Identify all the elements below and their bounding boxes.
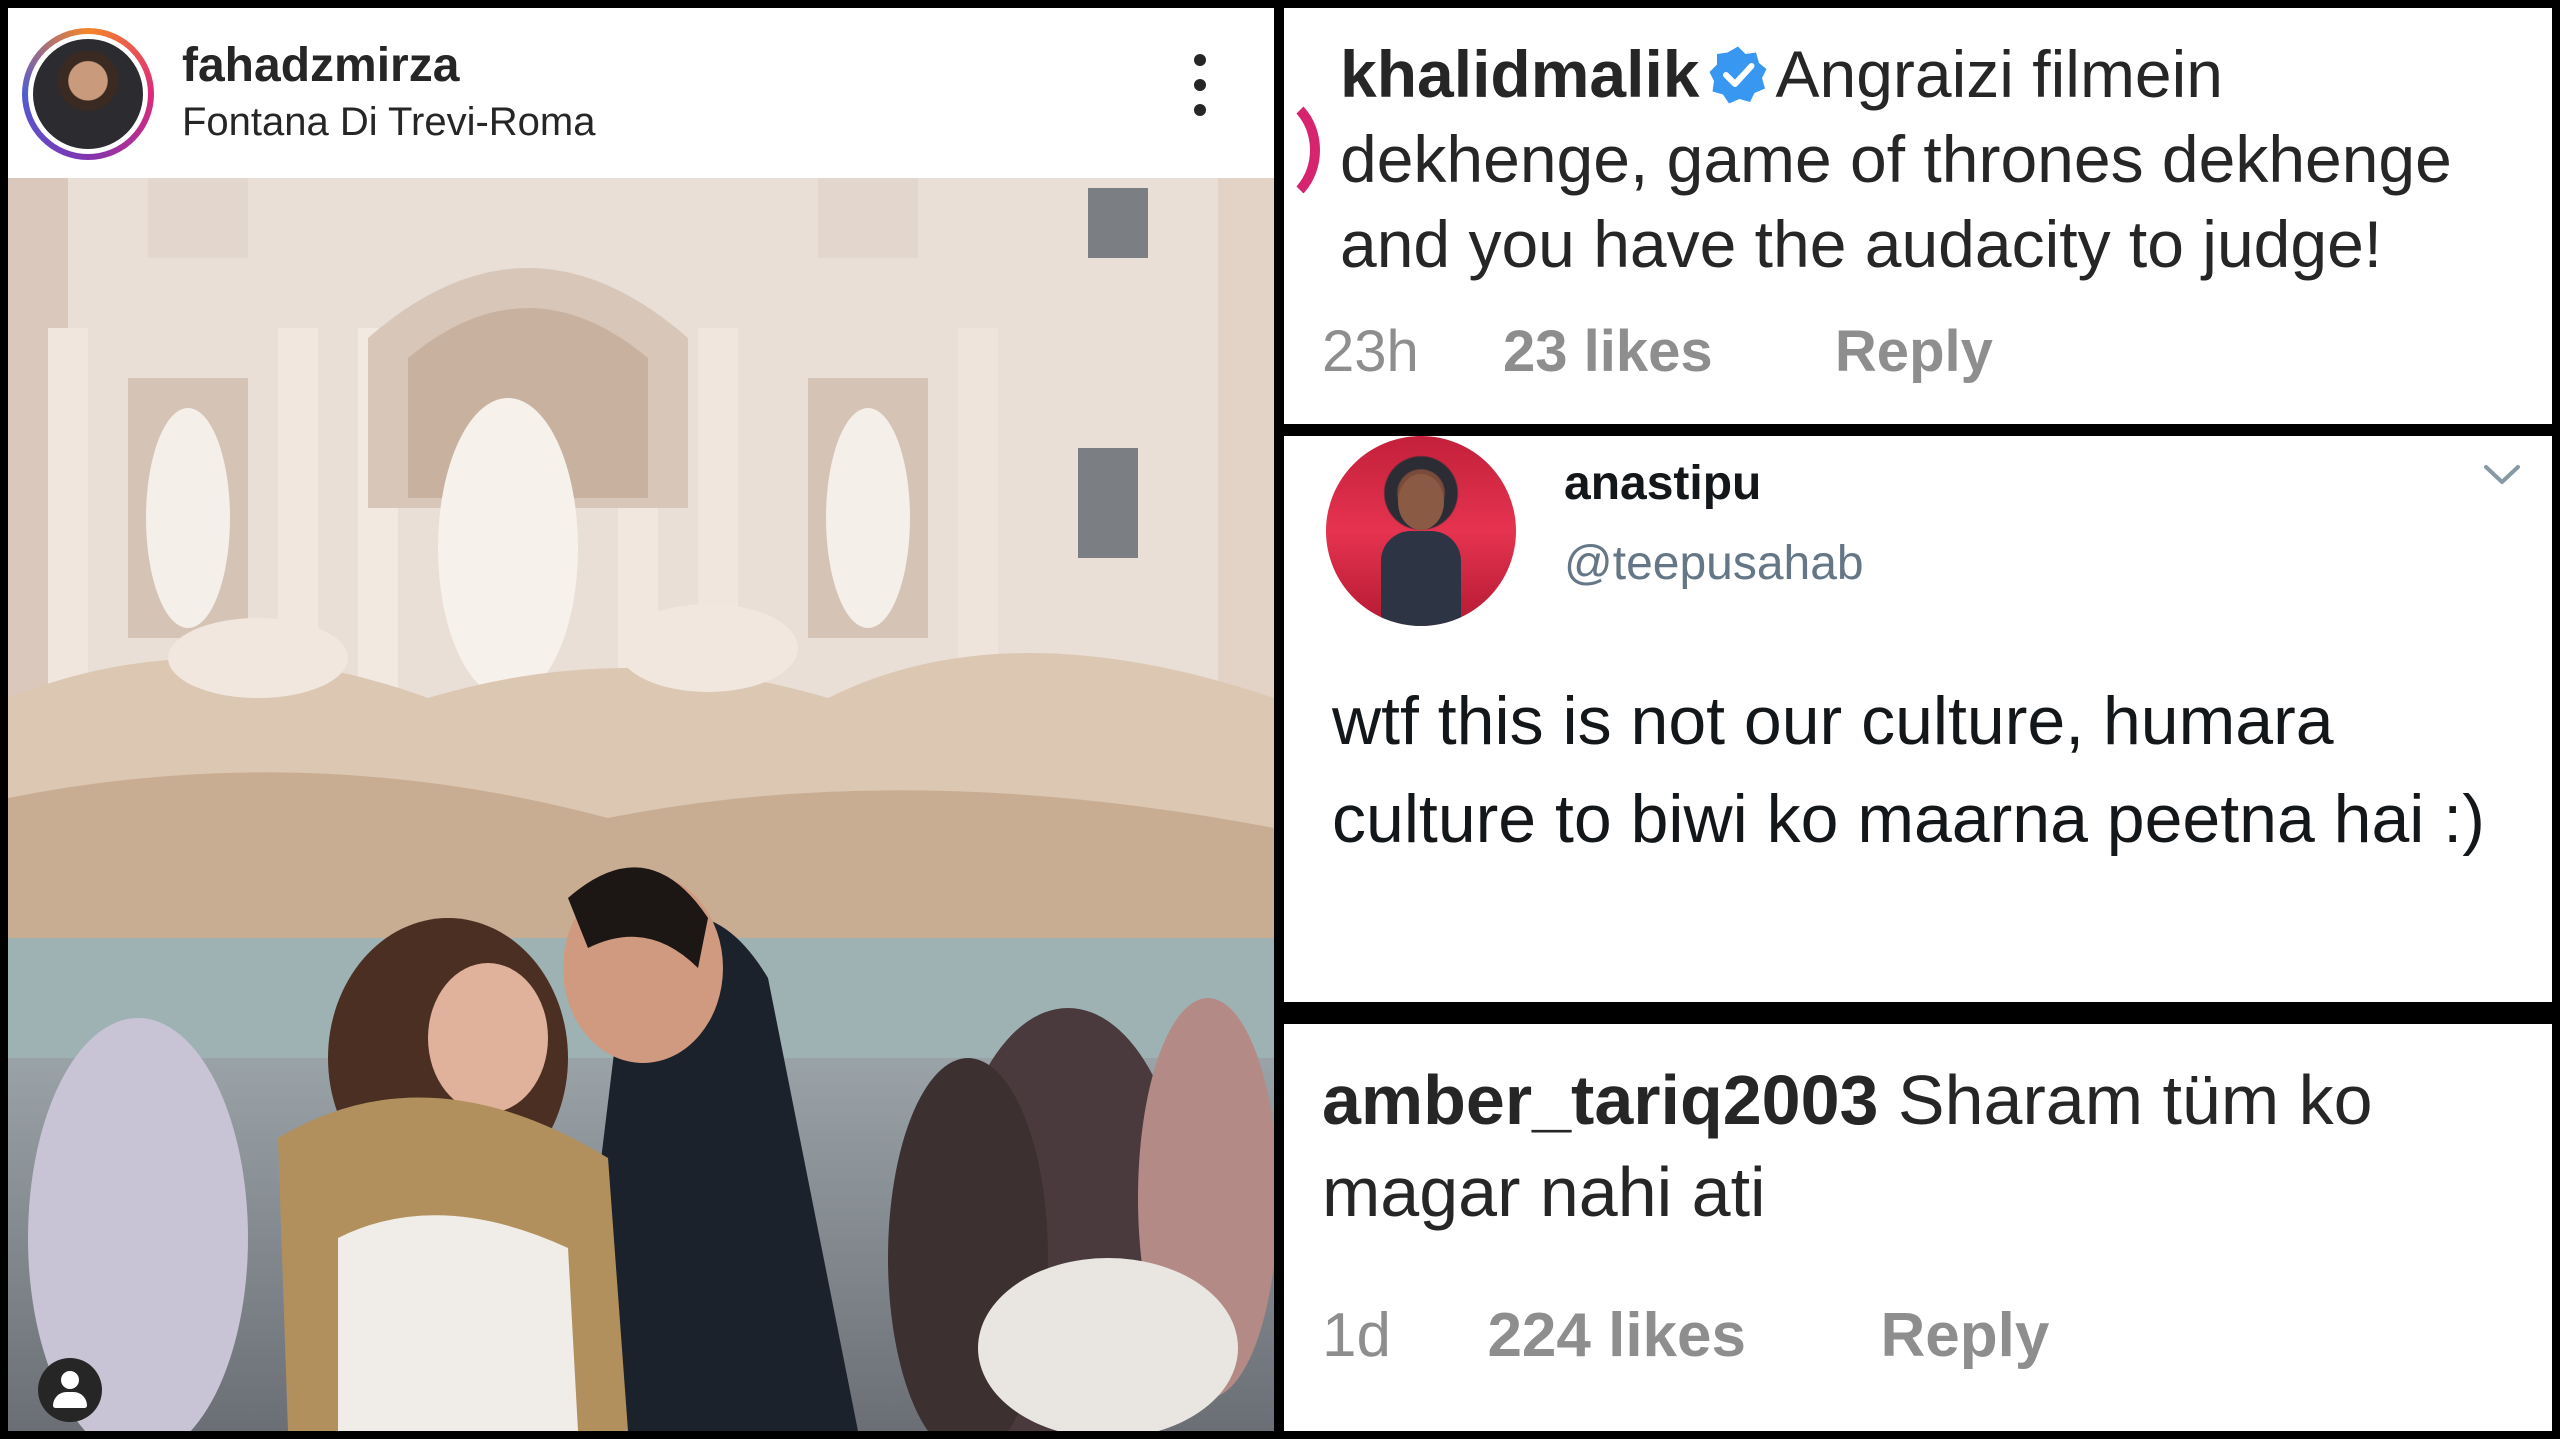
comment-card: amber_tariq2003 Sharam tüm ko magar nahi… <box>1284 1024 2552 1431</box>
chevron-down-icon[interactable] <box>2482 462 2522 488</box>
post-photo[interactable] <box>8 178 1274 1431</box>
instagram-post: fahadzmirza Fontana Di Trevi-Roma <box>8 8 1274 1431</box>
post-username[interactable]: fahadzmirza <box>182 38 459 93</box>
comment-body: amber_tariq2003 Sharam tüm ko magar nahi… <box>1322 1054 2542 1238</box>
comment-card: khalidmalik Angraizi filmein dekhenge, ga… <box>1284 8 2552 424</box>
tweet-handle[interactable]: @teepusahab <box>1564 536 1864 591</box>
profile-avatar[interactable] <box>22 28 154 160</box>
comment-username[interactable]: khalidmalik <box>1340 37 1700 111</box>
tweet-display-name[interactable]: anastipu <box>1564 456 1761 511</box>
comment-username[interactable]: amber_tariq2003 <box>1322 1061 1878 1139</box>
trevi-fountain-photo <box>8 178 1274 1431</box>
story-ring-fragment <box>1284 90 1320 210</box>
reply-button[interactable]: Reply <box>1835 319 1993 384</box>
comment-time: 1d <box>1322 1301 1391 1370</box>
more-vertical-icon[interactable] <box>1188 54 1212 124</box>
tweet-avatar[interactable] <box>1326 436 1516 626</box>
post-header: fahadzmirza Fontana Di Trevi-Roma <box>8 8 1274 178</box>
comment-likes[interactable]: 23 likes <box>1503 319 1713 384</box>
comment-body: khalidmalik Angraizi filmein dekhenge, ga… <box>1340 32 2540 287</box>
comment-meta: 1d 224 likes Reply <box>1322 1300 2049 1371</box>
post-location[interactable]: Fontana Di Trevi-Roma <box>182 100 595 145</box>
comment-meta: 23h 23 likes Reply <box>1322 318 1993 385</box>
verified-badge-icon <box>1708 40 1768 104</box>
comment-likes[interactable]: 224 likes <box>1487 1301 1746 1370</box>
reply-button[interactable]: Reply <box>1880 1301 2049 1370</box>
comment-time: 23h <box>1322 319 1419 384</box>
user-icon[interactable] <box>38 1358 102 1422</box>
tweet-card: anastipu @teepusahab wtf this is not our… <box>1284 436 2552 1002</box>
tweet-text: wtf this is not our culture, humara cult… <box>1332 683 2485 857</box>
